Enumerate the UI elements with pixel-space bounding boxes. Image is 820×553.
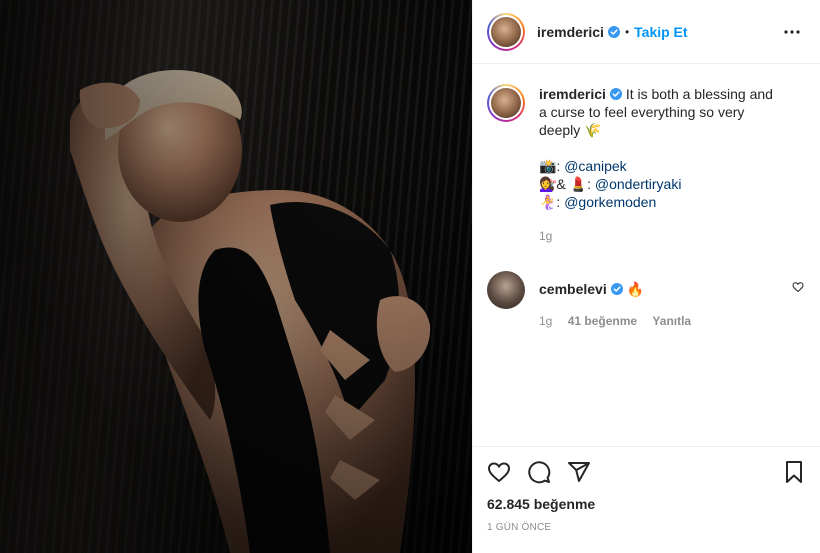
credit-line: 🧜‍♀️: @gorkemoden: [539, 193, 804, 211]
follow-button[interactable]: Takip Et: [634, 24, 687, 40]
photo-vignette: [0, 0, 472, 553]
instagram-post: iremderici • Takip Et iremderici It is b…: [0, 0, 820, 553]
header-separator: •: [624, 24, 630, 39]
more-options-icon[interactable]: [780, 20, 804, 44]
verified-badge-icon: [607, 25, 620, 38]
credit-line: 💇‍♀️& 💄: @ondertiryaki: [539, 175, 804, 193]
commenter-avatar[interactable]: [487, 271, 525, 309]
commenter-username[interactable]: cembelevi: [539, 281, 607, 297]
credit-mention[interactable]: @ondertiryaki: [595, 176, 682, 192]
heart-icon[interactable]: [487, 460, 511, 484]
author-avatar[interactable]: [487, 12, 525, 51]
comment-timestamp[interactable]: 1g: [539, 314, 552, 328]
caption-text-line1: It is both a blessing and: [625, 86, 773, 102]
caption-text-line2: a curse to feel everything so very: [539, 104, 745, 120]
post-photo[interactable]: [0, 0, 472, 553]
author-username[interactable]: iremderici: [537, 24, 604, 40]
post-actions: 62.845 beğenme 1 GÜN ÖNCE: [473, 446, 820, 553]
verified-badge-icon: [610, 283, 623, 295]
action-icons: [487, 457, 806, 487]
caption-author-avatar[interactable]: [487, 84, 525, 122]
comment-meta: 1g 41 beğenme Yanıtla: [539, 312, 792, 330]
credit-emoji: 💇‍♀️& 💄:: [539, 176, 591, 192]
caption-timestamp[interactable]: 1g: [539, 229, 552, 243]
comment-row: cembelevi 🔥 1g 41 beğenme Yanıtla: [487, 271, 804, 330]
post-header: iremderici • Takip Et: [473, 0, 820, 64]
credit-line: 📸: @canipek: [539, 157, 804, 175]
post-timestamp[interactable]: 1 GÜN ÖNCE: [487, 522, 806, 533]
comment-icon[interactable]: [527, 460, 551, 484]
credit-mention[interactable]: @canipek: [564, 158, 626, 174]
comment-like-heart-icon[interactable]: [792, 281, 804, 293]
credit-emoji: 📸:: [539, 158, 561, 174]
verified-badge-icon: [609, 88, 622, 100]
caption-username[interactable]: iremderici: [539, 86, 606, 102]
caption-credits: 📸: @canipek 💇‍♀️& 💄: @ondertiryaki 🧜‍♀️:…: [539, 157, 804, 211]
comments-section: iremderici It is both a blessing and a c…: [473, 64, 820, 446]
caption-text-line3: deeply 🌾: [539, 122, 602, 138]
credit-mention[interactable]: @gorkemoden: [564, 194, 656, 210]
credit-emoji: 🧜‍♀️:: [539, 194, 561, 210]
comment-text: 🔥: [626, 281, 645, 297]
caption-row: iremderici It is both a blessing and a c…: [487, 78, 804, 245]
bookmark-icon[interactable]: [782, 460, 806, 484]
likes-count[interactable]: 62.845 beğenme: [487, 496, 806, 512]
comment-likes[interactable]: 41 beğenme: [568, 314, 637, 328]
reply-button[interactable]: Yanıtla: [652, 314, 691, 328]
caption-meta: 1g: [539, 227, 804, 245]
comment-body: cembelevi 🔥 1g 41 beğenme Yanıtla: [539, 271, 792, 330]
share-icon[interactable]: [567, 460, 591, 484]
caption-body: iremderici It is both a blessing and a c…: [539, 84, 804, 245]
post-side-panel: iremderici • Takip Et iremderici It is b…: [472, 0, 820, 553]
